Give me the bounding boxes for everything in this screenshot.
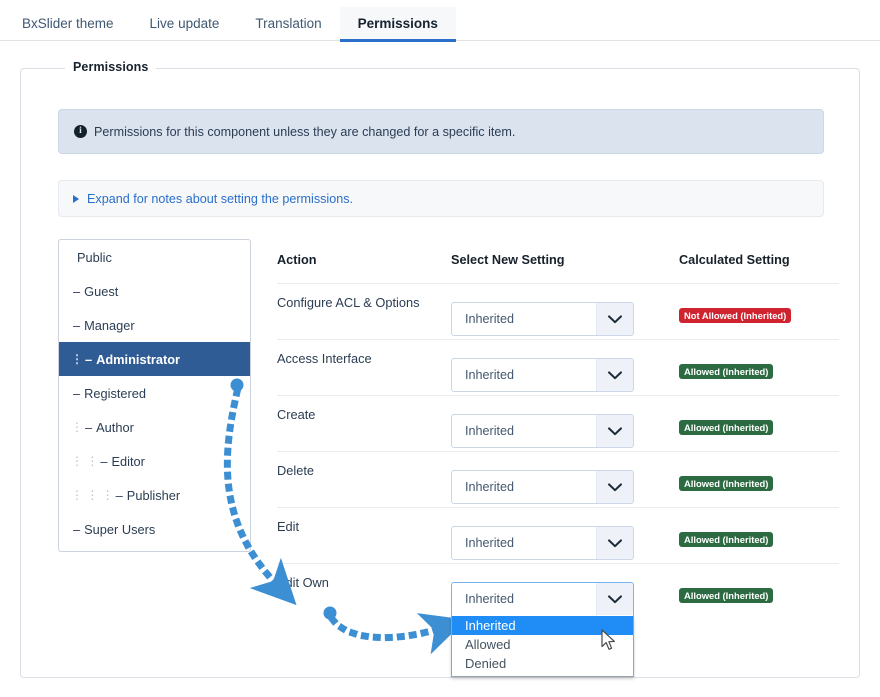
action-label: Configure ACL & Options [277, 295, 420, 310]
setting-select-value: Inherited [452, 368, 596, 382]
tab-label: Live update [150, 16, 220, 31]
action-label: Delete [277, 463, 314, 478]
tab-list: BxSlider theme Live update Translation P… [0, 0, 880, 41]
tree-item-label: Public [77, 250, 112, 265]
table-row: Access Interface Inherited Allowed (Inhe… [277, 339, 839, 395]
notes-expander[interactable]: Expand for notes about setting the permi… [58, 180, 824, 217]
tree-item-label: Registered [84, 386, 146, 401]
status-badge: Not Allowed (Inherited) [679, 308, 791, 323]
chevron-down-icon [596, 359, 633, 391]
tree-item-author[interactable]: ⋮ – Author [59, 410, 250, 444]
tab-live-update[interactable]: Live update [132, 7, 238, 42]
tree-item-label: Author [96, 420, 134, 435]
tab-label: Translation [255, 16, 321, 31]
table-row: Create Inherited Allowed (Inherited) [277, 395, 839, 451]
tab-translation[interactable]: Translation [237, 7, 339, 42]
table-row: Delete Inherited Allowed (Inherited) [277, 451, 839, 507]
status-badge: Allowed (Inherited) [679, 476, 773, 491]
tree-item-super-users[interactable]: – Super Users [59, 512, 250, 546]
tree-item-administrator[interactable]: ⋮ – Administrator [59, 342, 250, 376]
chevron-down-icon [596, 583, 633, 615]
tab-label: BxSlider theme [22, 16, 114, 31]
notes-expander-label: Expand for notes about setting the permi… [87, 192, 353, 206]
chevron-down-icon [596, 527, 633, 559]
chevron-down-icon [596, 415, 633, 447]
caret-right-icon [73, 195, 79, 203]
setting-select-edit-own[interactable]: Inherited [451, 582, 634, 616]
tree-item-label: Editor [111, 454, 144, 469]
setting-select-delete[interactable]: Inherited [451, 470, 634, 504]
tree-item-label: Super Users [84, 522, 155, 537]
column-header-action: Action [277, 253, 316, 267]
panel-legend: Permissions [65, 60, 156, 74]
tree-item-label: Guest [84, 284, 118, 299]
setting-select-value: Inherited [452, 312, 596, 326]
tree-dash: – [85, 420, 92, 435]
tree-item-guest[interactable]: – Guest [59, 274, 250, 308]
action-label: Edit [277, 519, 299, 534]
mouse-cursor [601, 629, 619, 653]
status-badge: Allowed (Inherited) [679, 588, 773, 603]
status-badge: Allowed (Inherited) [679, 532, 773, 547]
permissions-panel: Permissions i Permissions for this compo… [20, 68, 860, 678]
tree-item-label: Manager [84, 318, 135, 333]
tree-item-label: Publisher [127, 488, 180, 503]
tab-label: Permissions [358, 16, 438, 31]
tree-dash: – [85, 352, 92, 367]
tree-dash: – [73, 284, 80, 299]
setting-select-value: Inherited [452, 536, 596, 550]
tab-bar: BxSlider theme Live update Translation P… [0, 0, 880, 41]
table-row: Edit Inherited Allowed (Inherited) [277, 507, 839, 563]
tree-dash: – [73, 386, 80, 401]
tree-indent-dots: ⋮ [71, 420, 83, 434]
action-label: Create [277, 407, 315, 422]
tab-permissions[interactable]: Permissions [340, 7, 456, 42]
setting-select-value: Inherited [452, 480, 596, 494]
tree-item-editor[interactable]: ⋮ ⋮ – Editor [59, 444, 250, 478]
chevron-down-icon [596, 471, 633, 503]
tree-dash: – [73, 318, 80, 333]
table-header-row: Action Select New Setting Calculated Set… [277, 239, 839, 283]
setting-select-value: Inherited [452, 592, 596, 606]
info-alert-text: Permissions for this component unless th… [94, 125, 515, 139]
status-badge: Allowed (Inherited) [679, 364, 773, 379]
tab-bxslider-theme[interactable]: BxSlider theme [4, 7, 132, 42]
setting-select-value: Inherited [452, 424, 596, 438]
column-header-calculated-setting: Calculated Setting [679, 253, 790, 267]
tree-indent-dots: ⋮ ⋮ ⋮ [71, 488, 114, 502]
tree-indent-dots: ⋮ [71, 352, 83, 366]
tree-indent-dots: ⋮ ⋮ [71, 454, 98, 468]
status-badge: Allowed (Inherited) [679, 420, 773, 435]
table-row: Configure ACL & Options Inherited Not Al… [277, 283, 839, 339]
setting-select-access-interface[interactable]: Inherited [451, 358, 634, 392]
tree-item-registered[interactable]: – Registered [59, 376, 250, 410]
setting-select-edit[interactable]: Inherited [451, 526, 634, 560]
role-tree: Public – Guest – Manager ⋮ – Administrat… [58, 239, 251, 552]
chevron-down-icon [596, 303, 633, 335]
tree-item-label: Administrator [96, 352, 180, 367]
dropdown-option-denied[interactable]: Denied [452, 654, 633, 673]
tree-item-manager[interactable]: – Manager [59, 308, 250, 342]
action-label: Access Interface [277, 351, 372, 366]
tree-dash: – [116, 488, 123, 503]
permissions-table: Action Select New Setting Calculated Set… [277, 239, 839, 619]
setting-select-configure-acl-options[interactable]: Inherited [451, 302, 634, 336]
info-icon: i [74, 125, 87, 138]
action-label: Edit Own [277, 575, 329, 590]
tree-dash: – [73, 522, 80, 537]
table-row: Edit Own Inherited Allowed (Inherited) I… [277, 563, 839, 619]
column-header-select-new-setting: Select New Setting [451, 253, 565, 267]
tree-dash: – [100, 454, 107, 469]
setting-select-create[interactable]: Inherited [451, 414, 634, 448]
info-alert: i Permissions for this component unless … [58, 109, 824, 154]
tree-item-publisher[interactable]: ⋮ ⋮ ⋮ – Publisher [59, 478, 250, 512]
tree-item-public[interactable]: Public [59, 240, 250, 274]
